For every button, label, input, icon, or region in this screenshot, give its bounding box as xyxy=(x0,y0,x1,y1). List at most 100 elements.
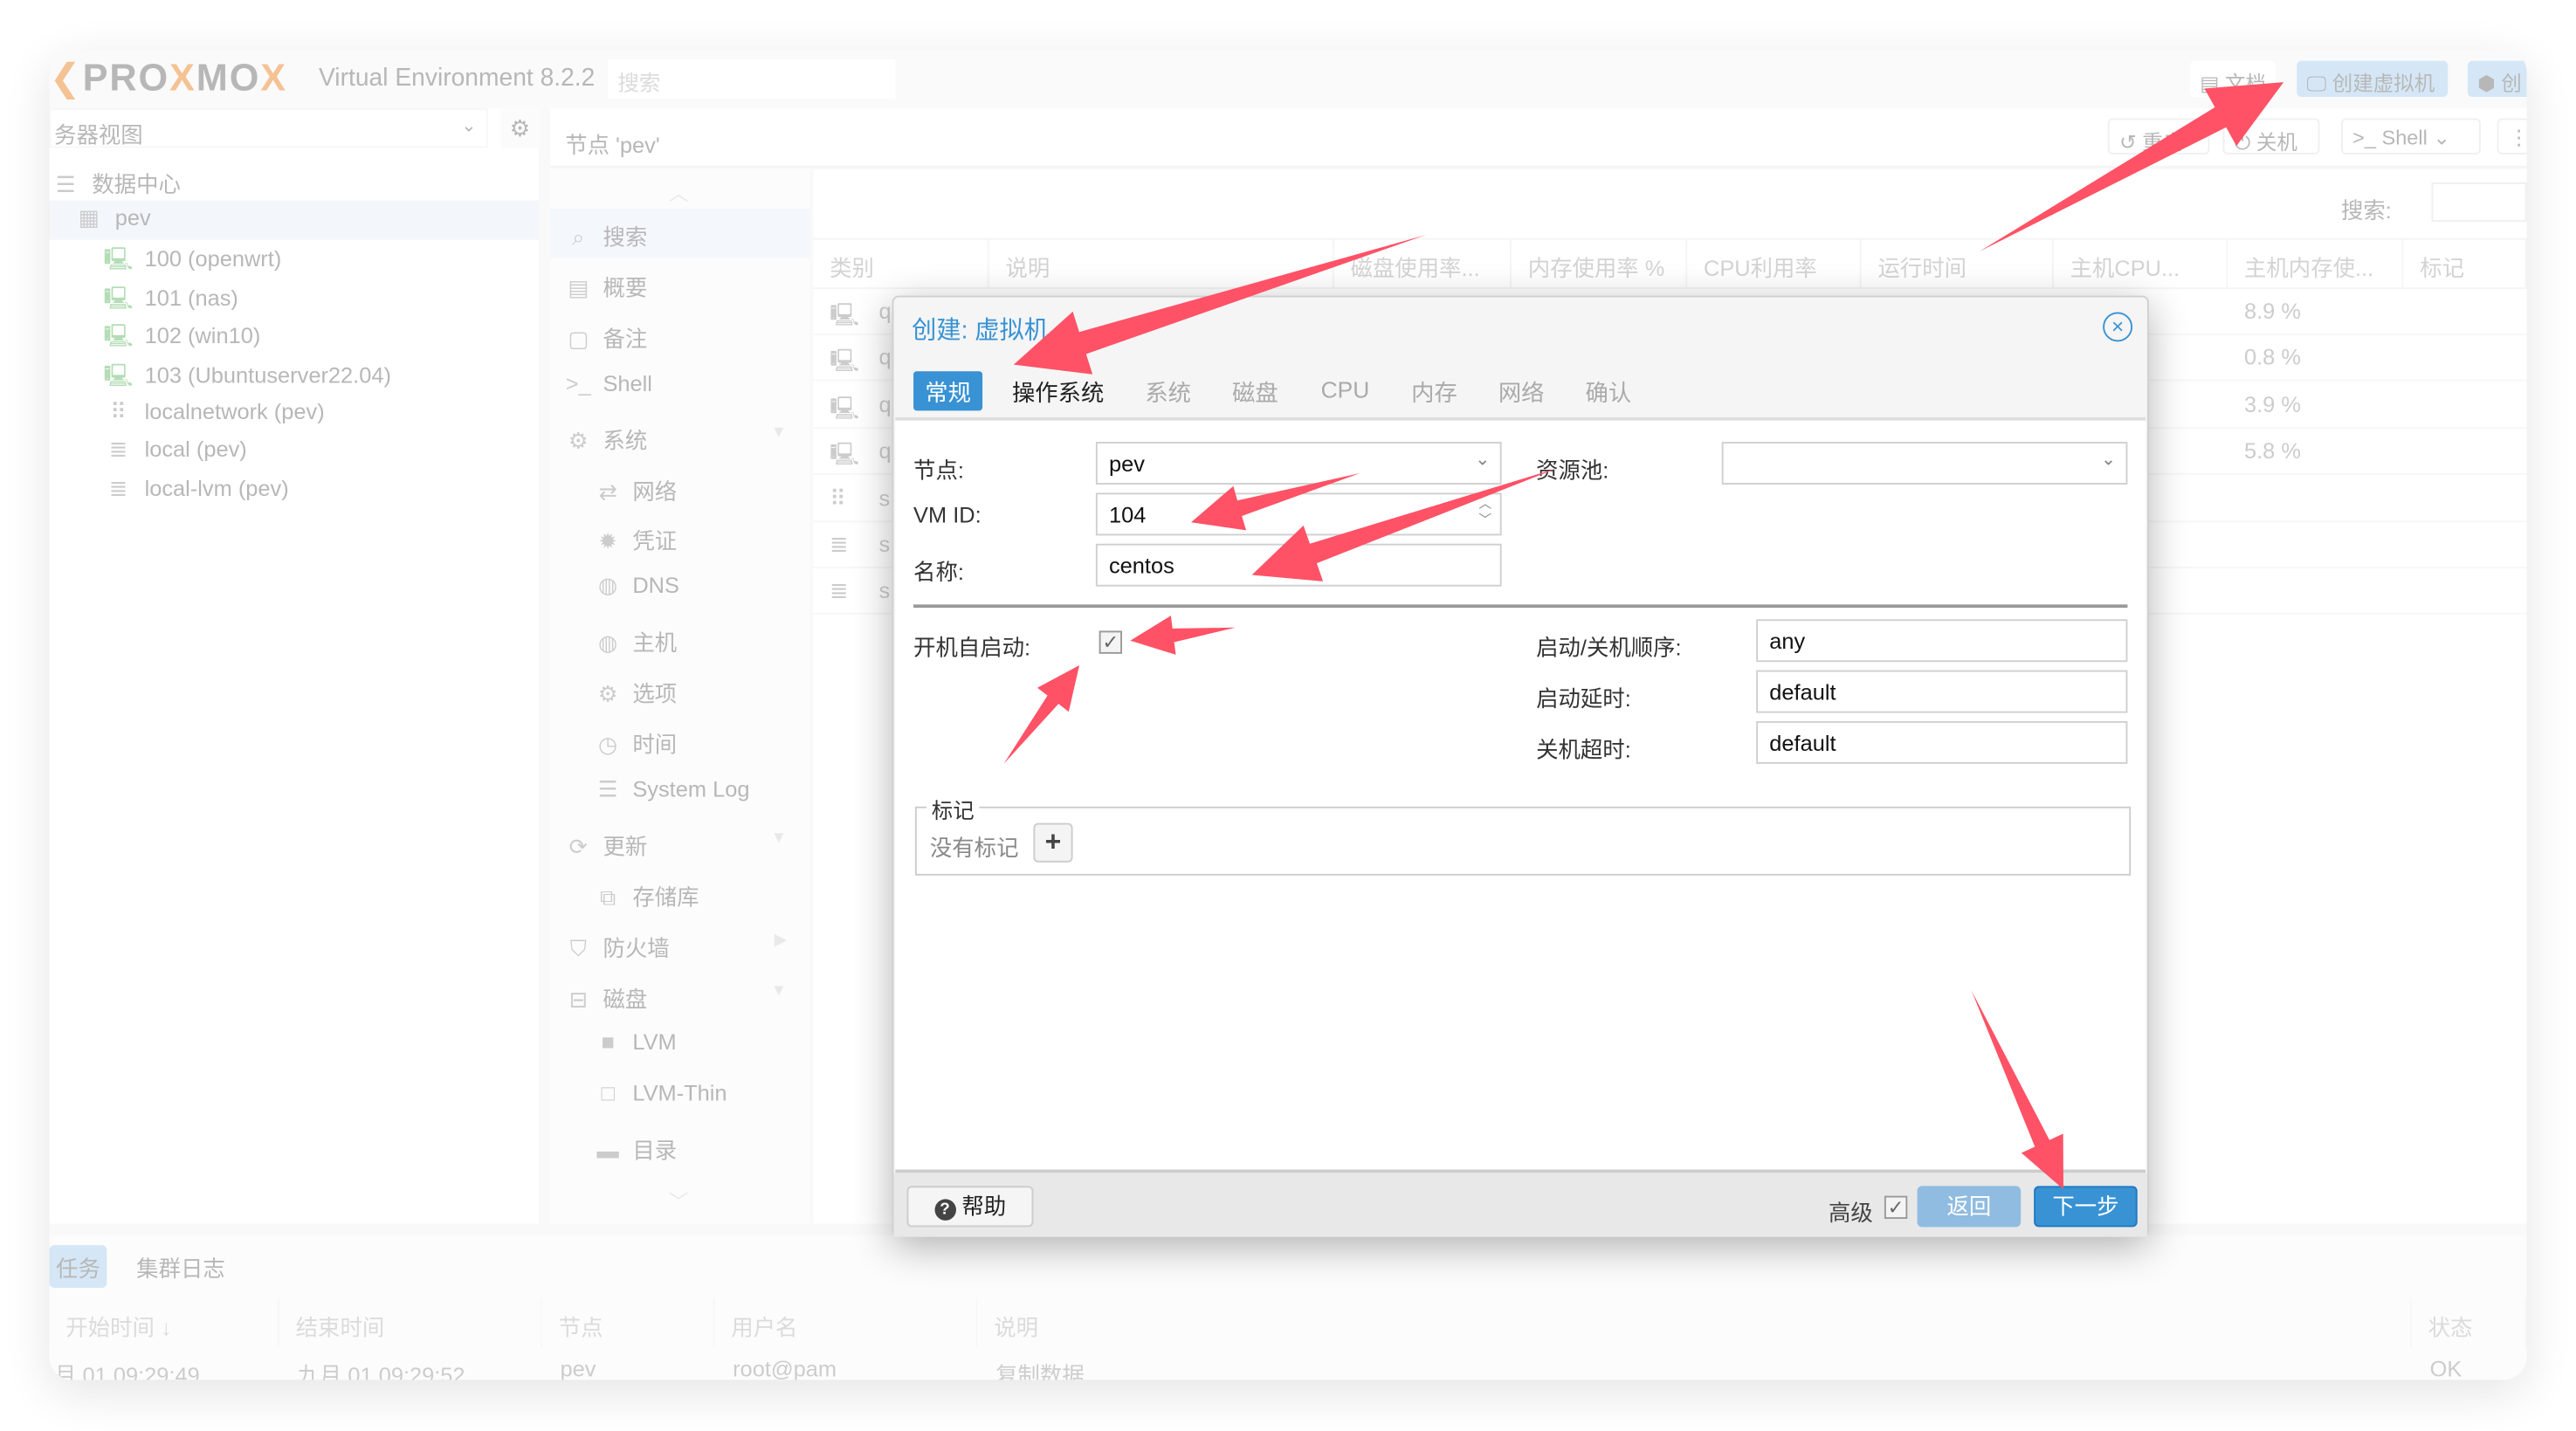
back-button[interactable]: 返回 xyxy=(1917,1186,2022,1228)
shutdown-button[interactable]: ⏻ 关机 xyxy=(2222,118,2320,155)
add-tag-button[interactable]: + xyxy=(1033,822,1073,863)
tab-3[interactable]: 磁盘 xyxy=(1221,371,1290,410)
startup-order-input[interactable]: any xyxy=(1756,619,2128,663)
caret-down-icon[interactable]: ▼ xyxy=(771,829,788,848)
task-column-header[interactable]: 说明 xyxy=(977,1297,2412,1347)
tab-2[interactable]: 系统 xyxy=(1133,371,1202,410)
nav-item[interactable]: ▢ 备注 xyxy=(550,310,809,359)
gear-icon[interactable]: ⚙ xyxy=(500,108,540,148)
docs-button[interactable]: ▤ 文档 xyxy=(2189,60,2276,98)
nav-item[interactable]: ◷ 时间 xyxy=(550,716,809,765)
create-ct-button[interactable]: ⬢ 创 xyxy=(2467,60,2527,98)
startup-delay-input[interactable]: default xyxy=(1756,670,2128,713)
task-column-header[interactable]: 结束时间 xyxy=(279,1297,542,1347)
tab-6[interactable]: 网络 xyxy=(1487,371,1556,410)
nav-item[interactable]: □ LVM-Thin xyxy=(550,1071,809,1120)
square-filled-icon: ■ xyxy=(601,1030,615,1056)
column-header[interactable]: 主机内存使... xyxy=(2228,237,2404,288)
column-header[interactable]: 磁盘使用率... xyxy=(1334,237,1512,288)
scroll-down-chevron-icon[interactable]: ﹀ xyxy=(669,1187,689,1215)
onboot-checkbox[interactable]: ✓ xyxy=(1099,630,1122,654)
shutdown-timeout-input[interactable]: default xyxy=(1756,720,2128,764)
task-column-header[interactable]: 用户名 xyxy=(714,1297,978,1347)
node-combo[interactable]: pev ⌄ xyxy=(1095,442,1502,485)
nav-item[interactable]: ■ LVM xyxy=(550,1021,809,1070)
product-version: Virtual Environment 8.2.2 xyxy=(318,64,596,93)
nav-item[interactable]: ▤ 概要 xyxy=(550,259,809,308)
tab-cluster-log[interactable]: 集群日志 xyxy=(136,1250,225,1283)
column-header[interactable]: 标记 xyxy=(2403,237,2527,288)
caret-down-icon[interactable]: ▼ xyxy=(771,981,788,1000)
create-vm-button[interactable]: 🖵 创建虚拟机 xyxy=(2297,60,2449,98)
tree-item[interactable]: 🖳 102 (win10) xyxy=(49,316,539,355)
shell-button[interactable]: >_ Shell ⌄ xyxy=(2340,118,2481,155)
nav-item[interactable]: ⛉ 防火墙 ▶ xyxy=(550,919,809,968)
nav-item[interactable]: ⇄ 网络 xyxy=(550,463,809,512)
column-header[interactable]: 主机CPU... xyxy=(2054,237,2228,288)
reboot-button[interactable]: ↺ 重启 xyxy=(2107,118,2210,155)
tree-item[interactable]: 🖳 101 (nas) xyxy=(49,278,539,317)
name-input[interactable]: centos xyxy=(1095,543,1502,587)
grid-search-input[interactable] xyxy=(2431,182,2527,222)
row-type: s xyxy=(878,485,891,511)
tab-4[interactable]: CPU xyxy=(1309,371,1381,410)
column-header[interactable]: 类别 xyxy=(813,237,989,288)
advanced-checkbox[interactable]: ✓ xyxy=(1884,1195,1908,1219)
row-network-grid-icon: ⠿ xyxy=(830,485,846,511)
nav-item[interactable]: ▬ 目录 xyxy=(550,1122,809,1171)
create-ct-label: 创 xyxy=(2501,72,2522,96)
column-header[interactable]: 内存使用率 % xyxy=(1512,237,1688,288)
tab-tasks[interactable]: 任务 xyxy=(49,1245,107,1289)
task-column-header[interactable]: 节点 xyxy=(542,1297,715,1347)
tree-item[interactable]: 🖳 103 (Ubuntuserver22.04) xyxy=(49,354,539,394)
nav-item[interactable]: ⚙ 系统 ▼ xyxy=(550,411,809,460)
advanced-label: 高级 xyxy=(1828,1201,1873,1226)
nav-item[interactable]: ☰ System Log xyxy=(550,767,809,815)
tree-item-label: localnetwork (pev) xyxy=(144,398,325,423)
vmid-spinner[interactable]: 104 ︿ ﹀ xyxy=(1095,492,1502,536)
tree-item-label: 102 (win10) xyxy=(144,324,261,349)
tree-item[interactable]: ≣ local (pev) xyxy=(49,432,539,471)
nav-item[interactable]: ⊟ 磁盘 ▼ xyxy=(550,970,809,1019)
nav-item[interactable]: ◍ DNS xyxy=(550,564,809,613)
nav-item-label: LVM xyxy=(632,1030,677,1056)
task-column-header[interactable]: 开始时间 ↓ xyxy=(49,1297,279,1347)
nav-item[interactable]: ⚙ 选项 xyxy=(550,665,809,714)
spinner-arrows-icon[interactable]: ︿ ﹀ xyxy=(1478,496,1491,529)
global-search-input[interactable]: 搜索 xyxy=(608,58,896,99)
nav-item[interactable]: ⟳ 更新 ▼ xyxy=(550,818,809,867)
tab-5[interactable]: 内存 xyxy=(1400,371,1469,410)
column-header[interactable]: 说明 xyxy=(989,237,1334,288)
tree-item[interactable]: ☰ 数据中心 xyxy=(49,161,539,200)
task-column-header[interactable]: 状态 xyxy=(2412,1297,2527,1347)
tree-item[interactable]: ▦ pev xyxy=(49,199,540,239)
pool-combo[interactable]: ⌄ xyxy=(1721,442,2128,485)
nav-item-label: 概要 xyxy=(603,275,648,301)
startup-order-label: 启动/关机顺序: xyxy=(1536,636,1682,661)
nav-item[interactable]: ◍ 主机 xyxy=(550,615,809,664)
tree-item[interactable]: 🖳 100 (openwrt) xyxy=(49,238,539,278)
dialog-body: 节点: pev ⌄ 资源池: ⌄ VM ID: 104 ︿ ﹀ 名称: centos … xyxy=(895,416,2146,1173)
more-menu-icon[interactable]: ⋮ xyxy=(2497,118,2527,155)
nav-item[interactable]: >_ Shell xyxy=(550,361,809,409)
task-cell: 复制数据 xyxy=(995,1363,1085,1380)
help-button[interactable]: ? 帮助 xyxy=(906,1186,1034,1228)
tree-item[interactable]: ≣ local-lvm (pev) xyxy=(49,471,539,511)
view-selector[interactable]: 务器视图 ⌄ xyxy=(49,108,488,148)
refresh-icon: ⟳ xyxy=(568,834,588,859)
nav-item[interactable]: ⧉ 存储库 xyxy=(550,869,809,918)
tree-item[interactable]: ⠿ localnetwork (pev) xyxy=(49,394,539,433)
close-icon[interactable]: × xyxy=(2103,312,2133,342)
scroll-up-chevron-icon[interactable]: ︿ xyxy=(669,179,689,207)
nav-item[interactable]: ✹ 凭证 xyxy=(550,513,809,562)
tab-0[interactable]: 常规 xyxy=(913,371,983,411)
caret-down-icon[interactable]: ▼ xyxy=(771,423,788,442)
caret-right-icon[interactable]: ▶ xyxy=(775,931,787,949)
next-button[interactable]: 下一步 xyxy=(2034,1186,2138,1228)
tab-7[interactable]: 确认 xyxy=(1574,371,1643,410)
tab-1[interactable]: 操作系统 xyxy=(1001,371,1116,410)
column-header[interactable]: CPU利用率 xyxy=(1687,237,1862,288)
column-header[interactable]: 运行时间 xyxy=(1862,237,2054,288)
nav-item[interactable]: ⌕ 搜索 xyxy=(550,208,810,258)
chevron-down-icon: ⌄ xyxy=(2100,450,2117,471)
